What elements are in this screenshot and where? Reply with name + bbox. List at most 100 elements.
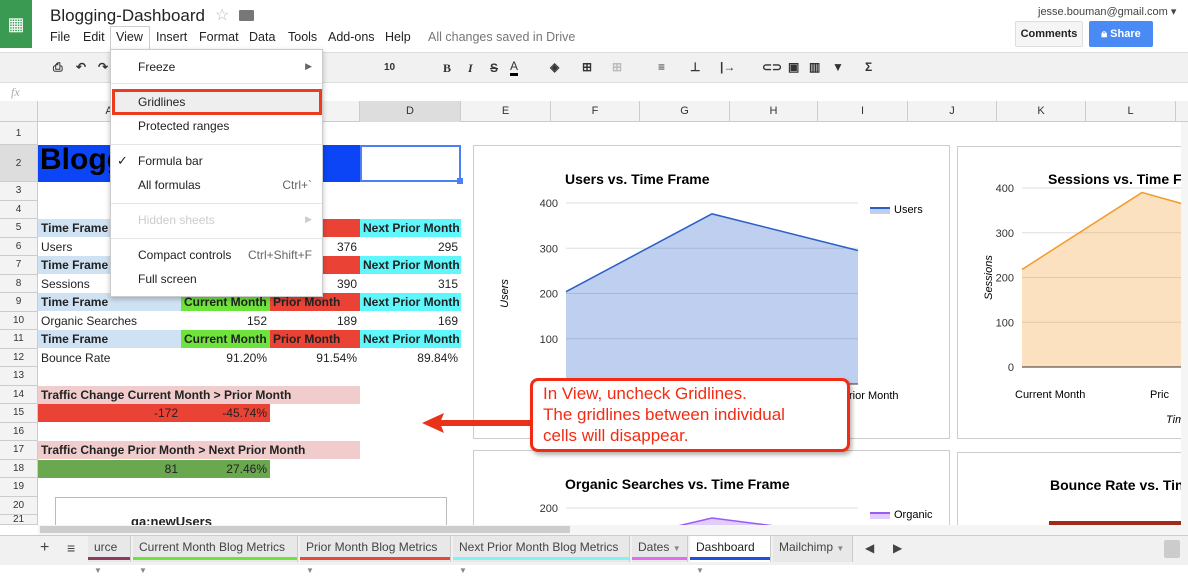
undo-icon[interactable]: ↶	[76, 60, 86, 74]
traffic-change-prior-header[interactable]: Traffic Change Prior Month > Next Prior …	[38, 441, 360, 459]
traffic-change-current-percent[interactable]: -45.74%	[181, 404, 270, 422]
horizontal-scroll-thumb[interactable]	[40, 526, 570, 533]
bold-button[interactable]: B	[443, 61, 451, 76]
menu-item-freeze[interactable]: Freeze	[138, 60, 175, 74]
text-wrap-icon[interactable]: |→	[720, 60, 735, 74]
value-cell[interactable]: 189	[270, 312, 360, 330]
menu-insert[interactable]: Insert	[156, 30, 187, 44]
redo-icon[interactable]: ↷	[98, 60, 108, 74]
value-cell[interactable]: 152	[181, 312, 270, 330]
sessions-chart[interactable]: Sessions vs. Time F 400 300 200 100 0 Sessions…	[957, 146, 1188, 439]
column-header-D[interactable]: D	[360, 101, 461, 122]
functions-button[interactable]: Σ	[865, 60, 872, 74]
header-cell-next-prior-month[interactable]: Next Prior Month	[360, 256, 461, 274]
row-header-20[interactable]: 20	[0, 496, 38, 515]
traffic-change-prior-percent[interactable]: 27.46%	[181, 459, 270, 478]
menu-item-full-screen[interactable]: Full screen	[138, 272, 197, 286]
row-header-2[interactable]: 2	[0, 145, 38, 182]
selected-cell-d2[interactable]	[360, 145, 461, 182]
row-header-14[interactable]: 14	[0, 385, 38, 404]
strikethrough-button[interactable]: S	[490, 61, 498, 75]
bounce-rate-chart[interactable]: Bounce Rate vs. Tin	[957, 452, 1188, 535]
sheet-tab-dates[interactable]: Dates ▼	[632, 536, 688, 562]
metric-label-cell[interactable]: Organic Searches	[38, 312, 181, 330]
value-cell[interactable]: 91.54%	[270, 349, 360, 367]
header-cell-current-month[interactable]: Current Month	[181, 330, 270, 348]
row-header-15[interactable]: 15	[0, 404, 38, 423]
value-cell[interactable]: 169	[360, 312, 461, 330]
menu-edit[interactable]: Edit	[83, 30, 105, 44]
document-title[interactable]: Blogging-Dashboard	[50, 6, 205, 26]
traffic-change-current-value[interactable]: -172	[38, 404, 181, 422]
row-header-18[interactable]: 18	[0, 459, 38, 478]
menu-item-compact-controls[interactable]: Compact controls	[138, 248, 231, 262]
row-header-8[interactable]: 8	[0, 274, 38, 293]
sheet-tab-mailchimp[interactable]: Mailchimp ▼	[773, 536, 853, 562]
value-cell[interactable]: 315	[360, 275, 461, 293]
row-header-13[interactable]: 13	[0, 367, 38, 386]
row-header-21[interactable]: 21	[0, 515, 38, 525]
metric-label-cell[interactable]: Bounce Rate	[38, 349, 181, 367]
column-header-I[interactable]: I	[818, 101, 908, 122]
menu-item-formula-bar[interactable]: Formula bar	[138, 154, 203, 168]
row-header-7[interactable]: 7	[0, 256, 38, 275]
link-icon[interactable]: ⊂⊃	[762, 60, 782, 74]
sheet-tab-urce[interactable]: urce ▼	[88, 536, 131, 575]
scroll-tabs-left-icon[interactable]: ◀	[865, 541, 874, 555]
filter-icon[interactable]: ▼	[832, 60, 844, 74]
sheet-tab-prior-month-blog-metrics[interactable]: Prior Month Blog Metrics ▼	[300, 536, 451, 575]
scroll-tabs-right-icon[interactable]: ▶	[893, 541, 902, 555]
header-cell-next-prior-month[interactable]: Next Prior Month	[360, 330, 461, 348]
chart-icon[interactable]: ▥	[809, 60, 820, 74]
sheets-logo-icon[interactable]: ▦	[0, 0, 32, 48]
add-sheet-icon[interactable]: +	[40, 539, 49, 557]
italic-button[interactable]: I	[468, 61, 473, 76]
comment-icon[interactable]: ▣	[788, 60, 799, 74]
menu-file[interactable]: File	[50, 30, 70, 44]
column-header-H[interactable]: H	[730, 101, 818, 122]
value-cell[interactable]: 295	[360, 238, 461, 256]
menu-help[interactable]: Help	[385, 30, 411, 44]
value-cell[interactable]: 89.84%	[360, 349, 461, 367]
menu-item-all-formulas[interactable]: All formulas	[138, 178, 201, 192]
row-header-3[interactable]: 3	[0, 182, 38, 201]
row-header-4[interactable]: 4	[0, 200, 38, 219]
column-header-J[interactable]: J	[908, 101, 997, 122]
explore-button[interactable]	[1164, 540, 1180, 558]
select-all-corner[interactable]	[0, 101, 38, 122]
menu-addons[interactable]: Add-ons	[328, 30, 375, 44]
share-button[interactable]: 🔒︎ Share	[1089, 21, 1153, 47]
column-header-K[interactable]: K	[997, 101, 1086, 122]
menu-data[interactable]: Data	[249, 30, 275, 44]
comments-button[interactable]: Comments	[1015, 21, 1083, 47]
row-header-12[interactable]: 12	[0, 348, 38, 367]
menu-format[interactable]: Format	[199, 30, 239, 44]
column-header-L[interactable]: L	[1086, 101, 1176, 122]
column-header-F[interactable]: F	[551, 101, 640, 122]
row-header-17[interactable]: 17	[0, 441, 38, 460]
gridlines-label[interactable]: Gridlines	[138, 95, 185, 109]
vertical-scrollbar[interactable]	[1181, 122, 1188, 525]
row-header-6[interactable]: 6	[0, 237, 38, 256]
row-header-16[interactable]: 16	[0, 422, 38, 441]
row-header-11[interactable]: 11	[0, 330, 38, 349]
font-size-select[interactable]: 10	[384, 62, 395, 73]
row-header-9[interactable]: 9	[0, 293, 38, 312]
fill-handle[interactable]	[457, 178, 463, 184]
row-header-1[interactable]: 1	[0, 122, 38, 145]
row-header-19[interactable]: 19	[0, 478, 38, 497]
row-header-5[interactable]: 5	[0, 219, 38, 238]
folder-icon[interactable]	[239, 10, 254, 21]
header-cell-prior-month[interactable]: Prior Month	[270, 330, 360, 348]
menu-item-protected-ranges[interactable]: Protected ranges	[138, 119, 229, 133]
traffic-change-current-header[interactable]: Traffic Change Current Month > Prior Mon…	[38, 385, 360, 404]
vertical-align-icon[interactable]: ⊥	[690, 60, 700, 74]
fill-color-icon[interactable]: ◈	[550, 60, 559, 74]
column-header-E[interactable]: E	[461, 101, 551, 122]
print-icon[interactable]: ⎙	[53, 60, 63, 75]
all-sheets-icon[interactable]: ≡	[67, 540, 75, 556]
column-header-G[interactable]: G	[640, 101, 730, 122]
header-cell-time-frame[interactable]: Time Frame	[38, 330, 181, 348]
account-menu[interactable]: jesse.bouman@gmail.com ▾	[1038, 5, 1176, 18]
menu-tools[interactable]: Tools	[288, 30, 317, 44]
